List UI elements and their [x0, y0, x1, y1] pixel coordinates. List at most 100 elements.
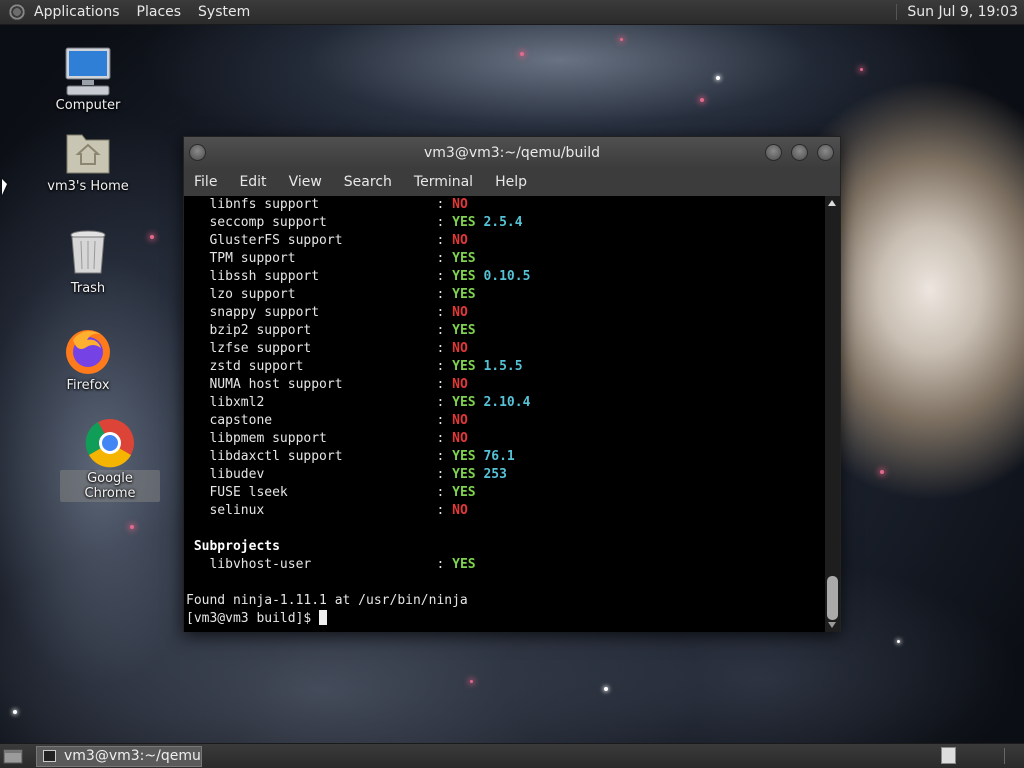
feature-version: 0.10.5: [483, 269, 531, 284]
menu-view[interactable]: View: [289, 174, 322, 190]
feature-line: selinux : NO: [209, 503, 468, 518]
terminal-output[interactable]: libnfs support : NO seccomp support : YE…: [184, 196, 826, 632]
menu-help[interactable]: Help: [495, 174, 527, 190]
chrome-icon: [85, 418, 135, 468]
feature-status: YES: [452, 251, 476, 266]
feature-status: NO: [452, 413, 468, 428]
feature-name: FUSE lseek: [209, 485, 288, 500]
subprojects-heading: Subprojects: [193, 539, 280, 554]
feature-name: libssh support: [209, 269, 320, 284]
terminal-icon: [43, 750, 56, 762]
desktop-icon-home[interactable]: vm3's Home: [38, 127, 138, 194]
nebula-dot: [470, 680, 473, 683]
star: [604, 687, 608, 691]
desktop-icon-label: Trash: [70, 281, 106, 296]
feature-name: lzo support: [209, 287, 296, 302]
terminal-cursor: [319, 610, 328, 625]
feature-status: NO: [452, 431, 468, 446]
maximize-button[interactable]: [791, 144, 808, 161]
terminal-window[interactable]: vm3@vm3:~/qemu/build File Edit View Sear…: [183, 136, 841, 632]
places-menu[interactable]: Places: [137, 4, 182, 20]
feature-line: zstd support : YES 1.5.5: [209, 359, 523, 374]
nebula-dot: [620, 38, 623, 41]
feature-name: selinux: [209, 503, 265, 518]
panel-clock[interactable]: Sun Jul 9, 19:03: [896, 4, 1018, 20]
system-menu[interactable]: System: [198, 4, 250, 20]
shell-prompt-line[interactable]: [vm3@vm3 build]$: [186, 610, 826, 628]
nebula-dot: [880, 470, 884, 474]
feature-status: NO: [452, 233, 468, 248]
star: [13, 710, 17, 714]
feature-status: YES: [452, 359, 476, 374]
mouse-pointer-icon: [2, 179, 7, 195]
nebula-dot: [700, 98, 704, 102]
feature-line: snappy support : NO: [209, 305, 468, 320]
feature-status: NO: [452, 503, 468, 518]
terminal-scrollbar[interactable]: [825, 196, 840, 632]
home-folder-icon: [63, 127, 113, 177]
feature-name: capstone: [209, 413, 273, 428]
feature-status: YES: [452, 467, 476, 482]
menu-search[interactable]: Search: [344, 174, 392, 190]
scroll-down-arrow-icon[interactable]: [828, 622, 836, 628]
feature-status: NO: [452, 341, 468, 356]
feature-line: capstone : NO: [209, 413, 468, 428]
subprojects-heading-line: Subprojects: [186, 538, 826, 556]
feature-status: NO: [452, 197, 468, 212]
feature-line: FUSE lseek : YES: [209, 485, 476, 500]
feature-line: lzfse support : NO: [209, 341, 468, 356]
desktop-icon-computer[interactable]: Computer: [38, 46, 138, 113]
feature-name: libnfs support: [209, 197, 320, 212]
taskbar-terminal-button[interactable]: vm3@vm3:~/qemu/...: [36, 745, 202, 767]
feature-line: libxml2 : YES 2.10.4: [209, 395, 531, 410]
scroll-up-arrow-icon[interactable]: [828, 200, 836, 206]
bottom-panel: vm3@vm3:~/qemu/...: [0, 743, 1024, 768]
scrollbar-thumb[interactable]: [827, 576, 838, 620]
applications-menu[interactable]: Applications: [34, 4, 120, 20]
feature-line: bzip2 support : YES: [209, 323, 476, 338]
feature-name: NUMA host support: [209, 377, 343, 392]
feature-line: libnfs support : NO: [209, 197, 468, 212]
workspace-switcher[interactable]: [941, 747, 956, 764]
desktop-icon-firefox[interactable]: Firefox: [38, 326, 138, 393]
desktop-icon-trash[interactable]: Trash: [38, 229, 138, 296]
nebula-dot: [520, 52, 524, 56]
feature-line: seccomp support : YES 2.5.4: [209, 215, 523, 230]
feature-name: TPM support: [209, 251, 296, 266]
feature-version: 1.5.5: [483, 359, 523, 374]
feature-status: YES: [452, 287, 476, 302]
desktop-icon-label: Firefox: [66, 378, 110, 393]
desktop-icon-chrome[interactable]: Google Chrome: [60, 418, 160, 502]
feature-name: libdaxctl support: [209, 449, 343, 464]
feature-status: YES: [452, 449, 476, 464]
minimize-button[interactable]: [765, 144, 782, 161]
feature-line: libdaxctl support : YES 76.1: [209, 449, 515, 464]
taskbar-item-label: vm3@vm3:~/qemu/...: [64, 748, 201, 764]
feature-status: YES: [452, 485, 476, 500]
feature-name: snappy support: [209, 305, 320, 320]
feature-line: NUMA host support : NO: [209, 377, 468, 392]
menu-file[interactable]: File: [194, 174, 217, 190]
feature-status: YES: [452, 323, 476, 338]
feature-name: seccomp support: [209, 215, 327, 230]
window-titlebar[interactable]: vm3@vm3:~/qemu/build: [184, 137, 840, 168]
window-menu-button[interactable]: [189, 144, 206, 161]
distro-logo-icon[interactable]: [8, 3, 26, 21]
menu-edit[interactable]: Edit: [239, 174, 266, 190]
feature-status: YES: [452, 557, 476, 572]
menu-terminal[interactable]: Terminal: [414, 174, 473, 190]
feature-name: libudev: [209, 467, 265, 482]
nebula-dot: [130, 525, 134, 529]
feature-status: NO: [452, 305, 468, 320]
feature-version: 2.10.4: [483, 395, 531, 410]
computer-icon: [63, 46, 113, 96]
star: [716, 76, 720, 80]
feature-name: libpmem support: [209, 431, 327, 446]
shell-prompt: [vm3@vm3 build]$: [186, 611, 320, 626]
desktop-icon-label: Google Chrome: [60, 470, 160, 502]
show-desktop-icon[interactable]: [2, 746, 24, 766]
feature-status: YES: [452, 395, 476, 410]
close-button[interactable]: [817, 144, 834, 161]
